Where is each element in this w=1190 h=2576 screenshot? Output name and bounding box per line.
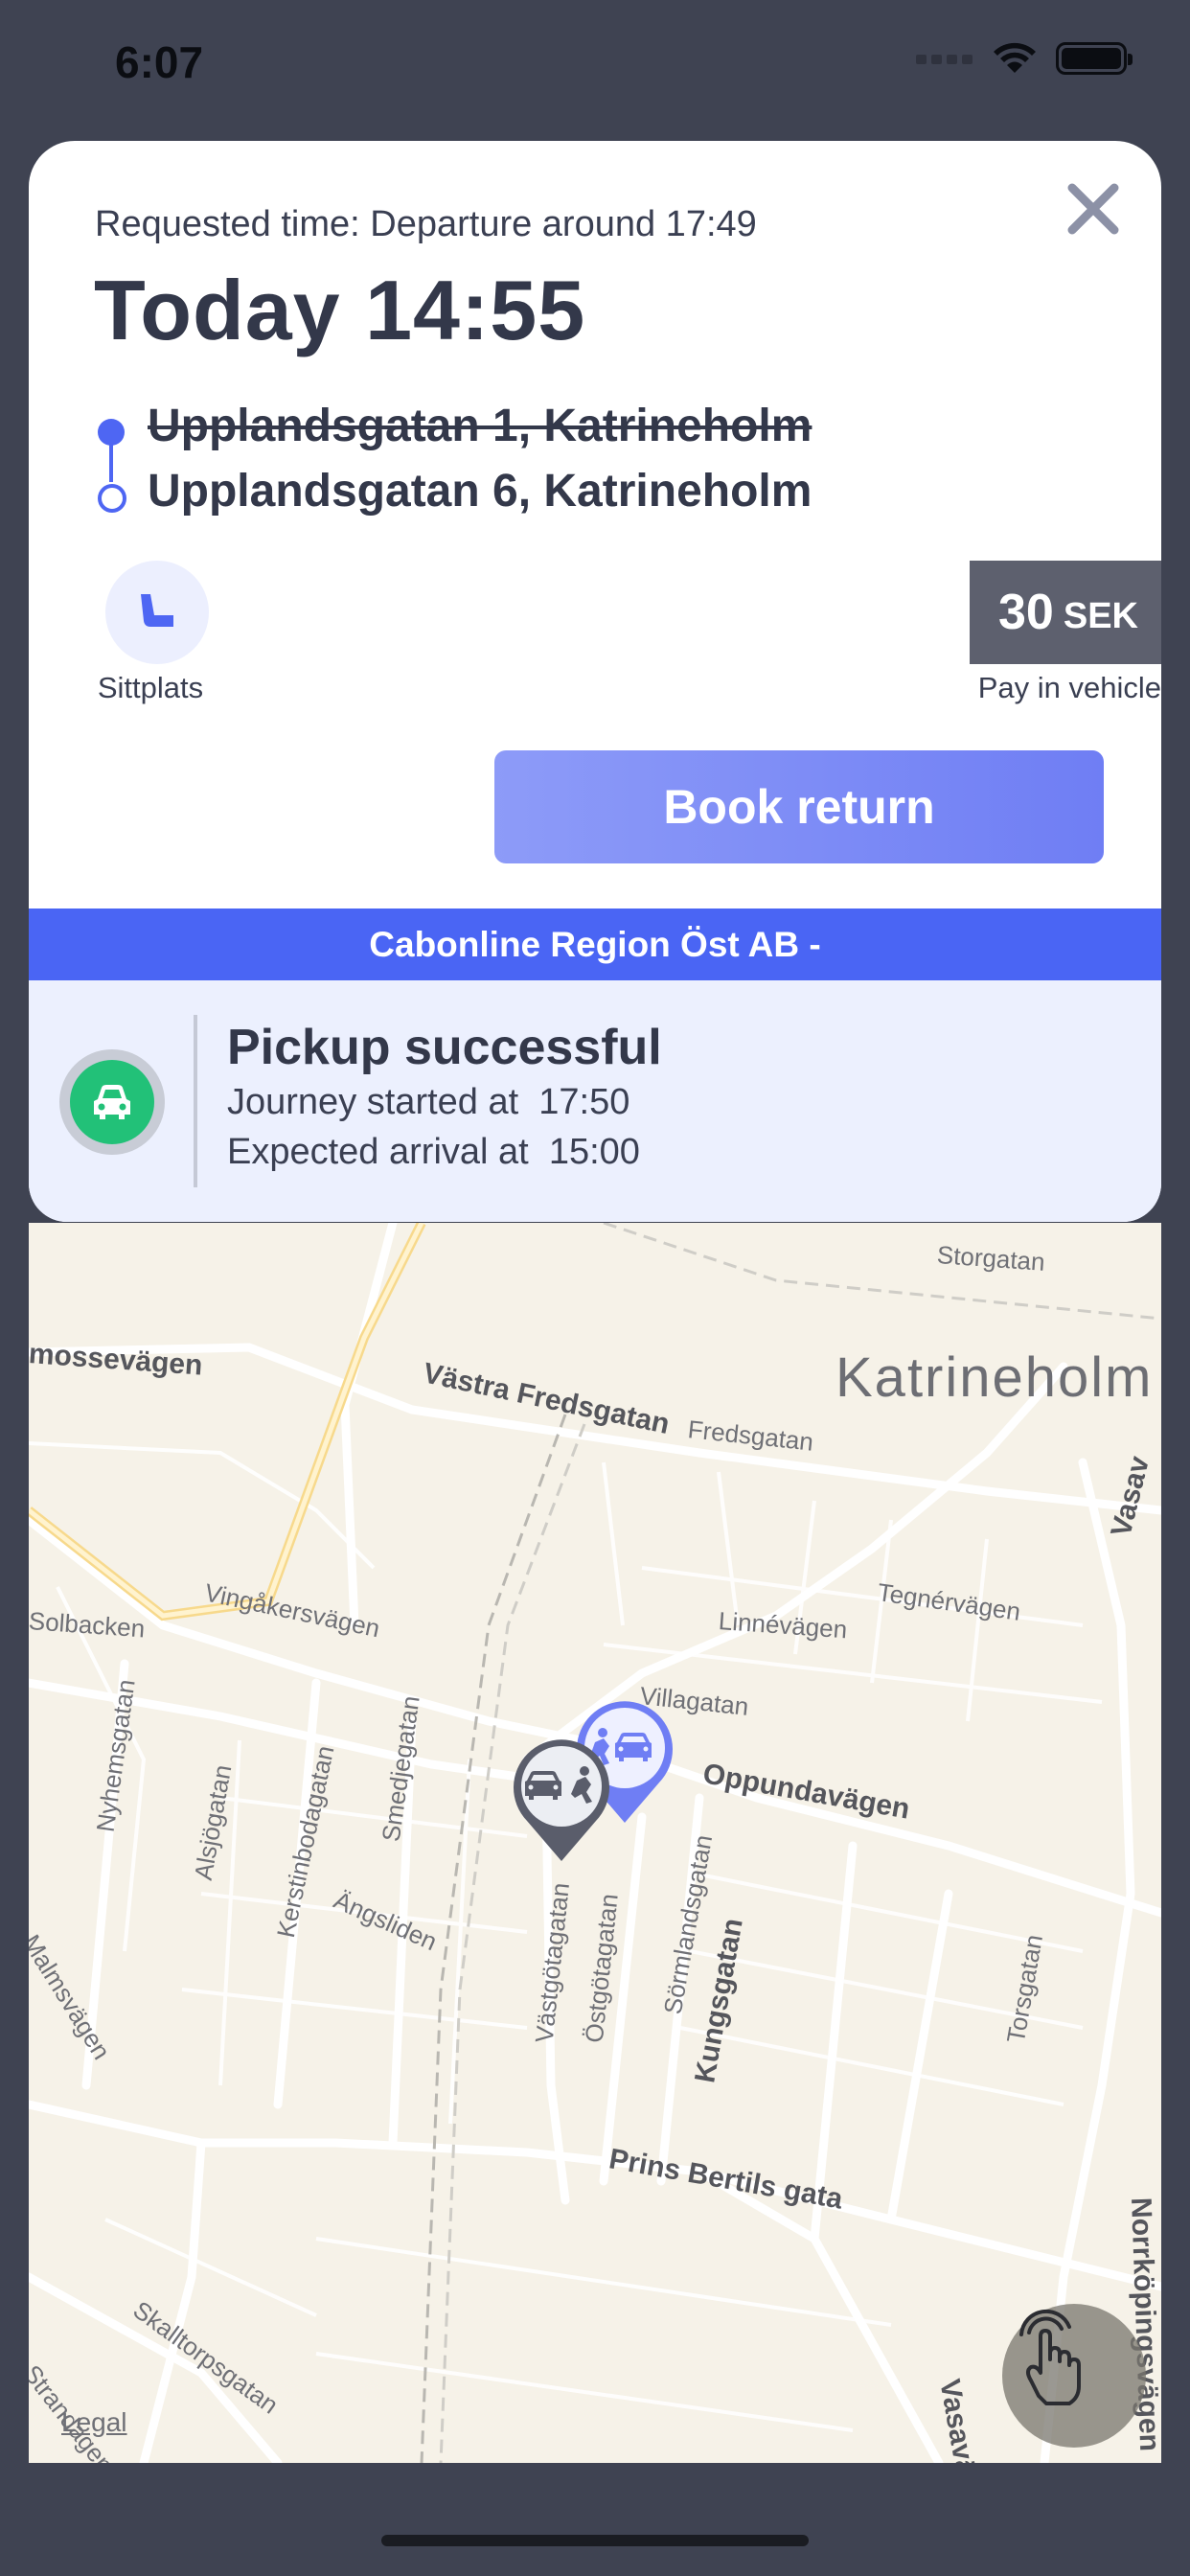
status-divider	[194, 1015, 197, 1187]
signal-icon	[916, 53, 973, 64]
journey-started: Journey started at 17:50	[227, 1082, 630, 1122]
destination-dot-icon	[98, 484, 126, 513]
vehicle-location-pin[interactable]	[508, 1735, 615, 1865]
gesture-button[interactable]	[1002, 2304, 1146, 2448]
home-indicator	[381, 2535, 809, 2546]
price-badge: 30 SEK	[970, 561, 1161, 664]
status-time: 6:07	[115, 37, 204, 87]
price-amount: 30	[998, 585, 1054, 640]
battery-icon	[1056, 42, 1133, 75]
origin-address: Upplandsgatan 1, Katrineholm	[148, 401, 812, 451]
booking-card: Requested time: Departure around 17:49 T…	[29, 141, 1161, 1222]
status-icons	[916, 42, 1133, 75]
map-view[interactable]: Storgatan mossevägen Västra Fredsgatan F…	[29, 1223, 1161, 2463]
trip-status-panel: Pickup successful Journey started at 17:…	[29, 980, 1161, 1222]
hand-tap-icon	[1019, 2309, 1081, 2405]
status-circle	[70, 1060, 154, 1144]
status-indicator	[59, 1049, 165, 1155]
legal-link[interactable]: Legal	[61, 2407, 127, 2438]
close-button[interactable]	[1060, 175, 1127, 242]
seat-badge	[105, 561, 209, 664]
seat-label: Sittplats	[97, 671, 204, 704]
payment-method: Pay in vehicle	[977, 671, 1161, 704]
map-label-city: Katrineholm	[835, 1346, 1154, 1409]
expected-arrival: Expected arrival at 15:00	[227, 1132, 640, 1172]
price-currency: SEK	[1063, 595, 1138, 636]
status-title: Pickup successful	[227, 1020, 662, 1075]
origin-dot-icon	[98, 419, 125, 446]
seat-icon	[141, 594, 173, 627]
operator-banner: Cabonline Region Öst AB -	[29, 908, 1161, 980]
booking-date-time: Today 14:55	[94, 263, 586, 357]
close-icon	[1067, 183, 1119, 235]
requested-time: Requested time: Departure around 17:49	[95, 204, 757, 244]
car-icon	[94, 1085, 130, 1119]
book-return-button[interactable]: Book return	[494, 750, 1104, 863]
wifi-icon	[994, 42, 1036, 73]
destination-address: Upplandsgatan 6, Katrineholm	[148, 466, 812, 517]
